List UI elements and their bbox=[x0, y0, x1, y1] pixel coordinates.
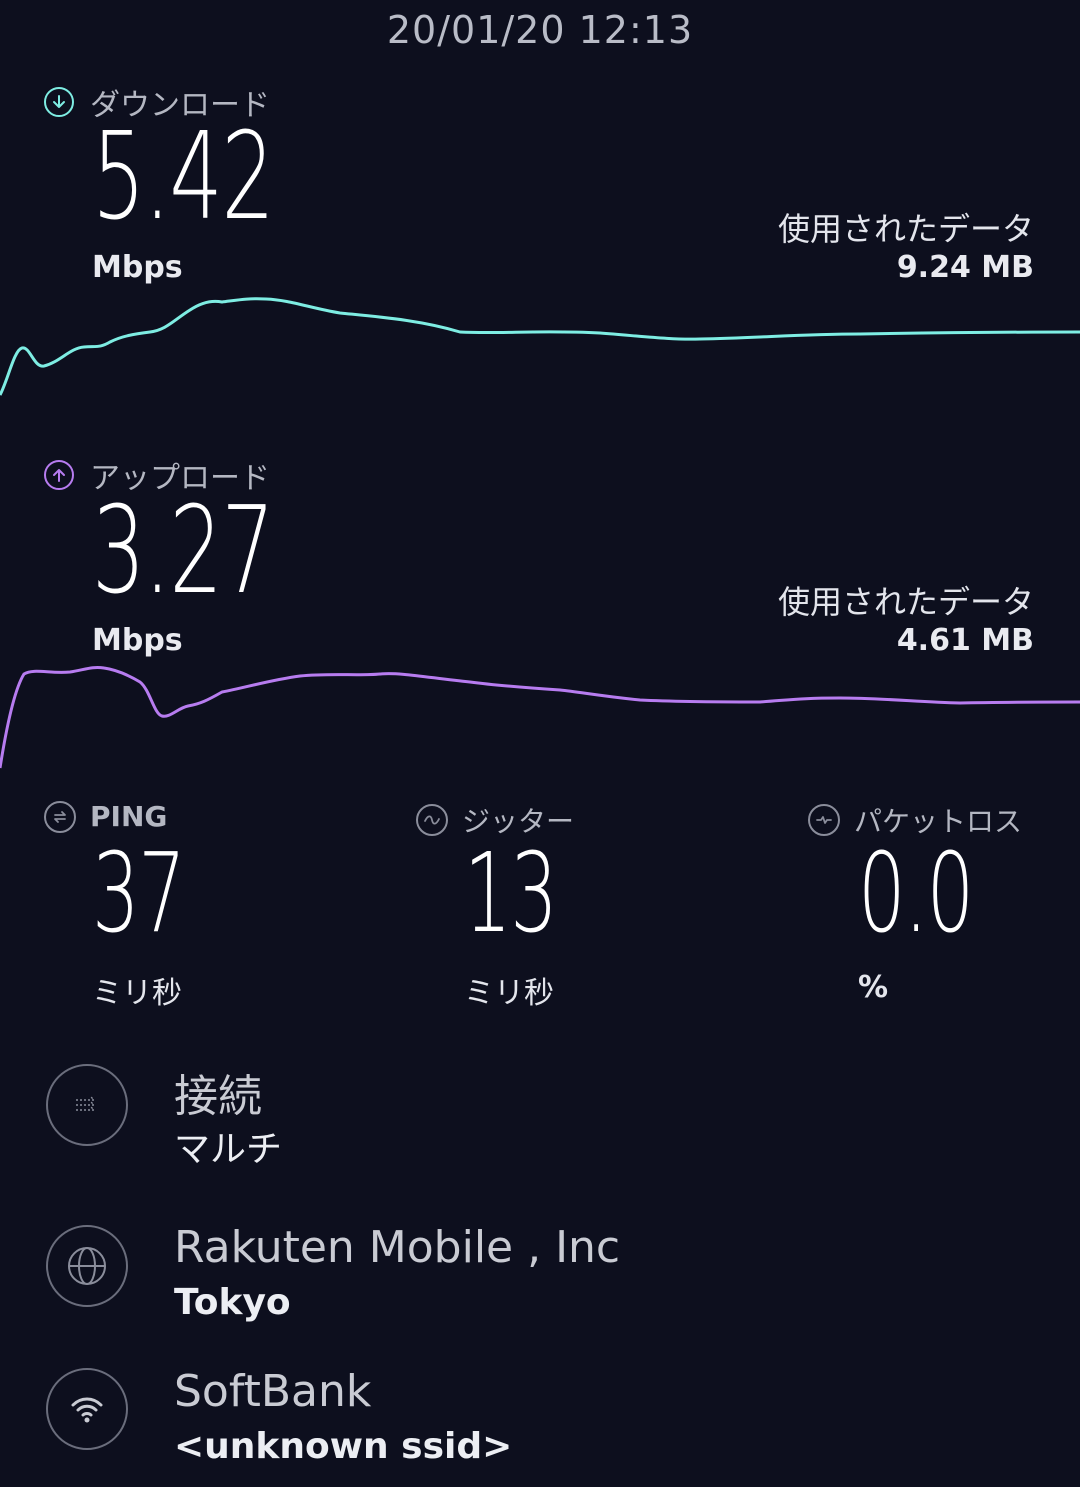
packet-loss-unit: % bbox=[858, 970, 889, 1005]
connection-title: 接続 bbox=[174, 1071, 262, 1122]
network-name: SoftBank bbox=[174, 1366, 372, 1417]
network-icon-circle bbox=[46, 1368, 128, 1450]
network-ssid: <unknown ssid> bbox=[174, 1426, 513, 1467]
provider-name: Rakuten Mobile , Inc bbox=[174, 1222, 621, 1273]
ping-value: 37 bbox=[92, 829, 186, 957]
upload-speed: 3.27 bbox=[92, 482, 275, 621]
provider-server: Tokyo bbox=[174, 1282, 291, 1323]
globe-icon bbox=[68, 1247, 106, 1285]
upload-arrow-icon bbox=[44, 460, 74, 490]
multi-connection-icon bbox=[76, 1096, 96, 1111]
upload-unit: Mbps bbox=[92, 623, 183, 658]
upload-graph bbox=[0, 666, 1080, 769]
download-data-used-label: 使用されたデータ bbox=[777, 210, 1034, 248]
packet-loss-icon bbox=[808, 804, 840, 836]
upload-data-used-label: 使用されたデータ bbox=[777, 583, 1034, 621]
wifi-icon bbox=[71, 1397, 103, 1423]
jitter-unit: ミリ秒 bbox=[464, 976, 554, 1011]
download-speed: 5.42 bbox=[92, 108, 275, 247]
ping-icon bbox=[44, 800, 76, 833]
upload-graph-line bbox=[0, 666, 1080, 769]
connection-icon-circle bbox=[46, 1064, 128, 1146]
jitter-value: 13 bbox=[464, 829, 558, 957]
packet-loss-value: 0.0 bbox=[858, 829, 974, 957]
connection-value: マルチ bbox=[174, 1129, 283, 1170]
provider-icon-circle bbox=[46, 1225, 128, 1307]
download-graph-line bbox=[0, 297, 1080, 396]
ping-unit: ミリ秒 bbox=[92, 976, 182, 1011]
download-unit: Mbps bbox=[92, 250, 183, 285]
jitter-wave-icon bbox=[416, 804, 448, 836]
download-arrow-icon bbox=[44, 87, 74, 117]
timestamp: 20/01/20 12:13 bbox=[386, 8, 694, 52]
download-data-used-value: 9.24 MB bbox=[896, 250, 1034, 285]
download-graph bbox=[0, 297, 1080, 396]
upload-data-used-value: 4.61 MB bbox=[896, 623, 1034, 658]
